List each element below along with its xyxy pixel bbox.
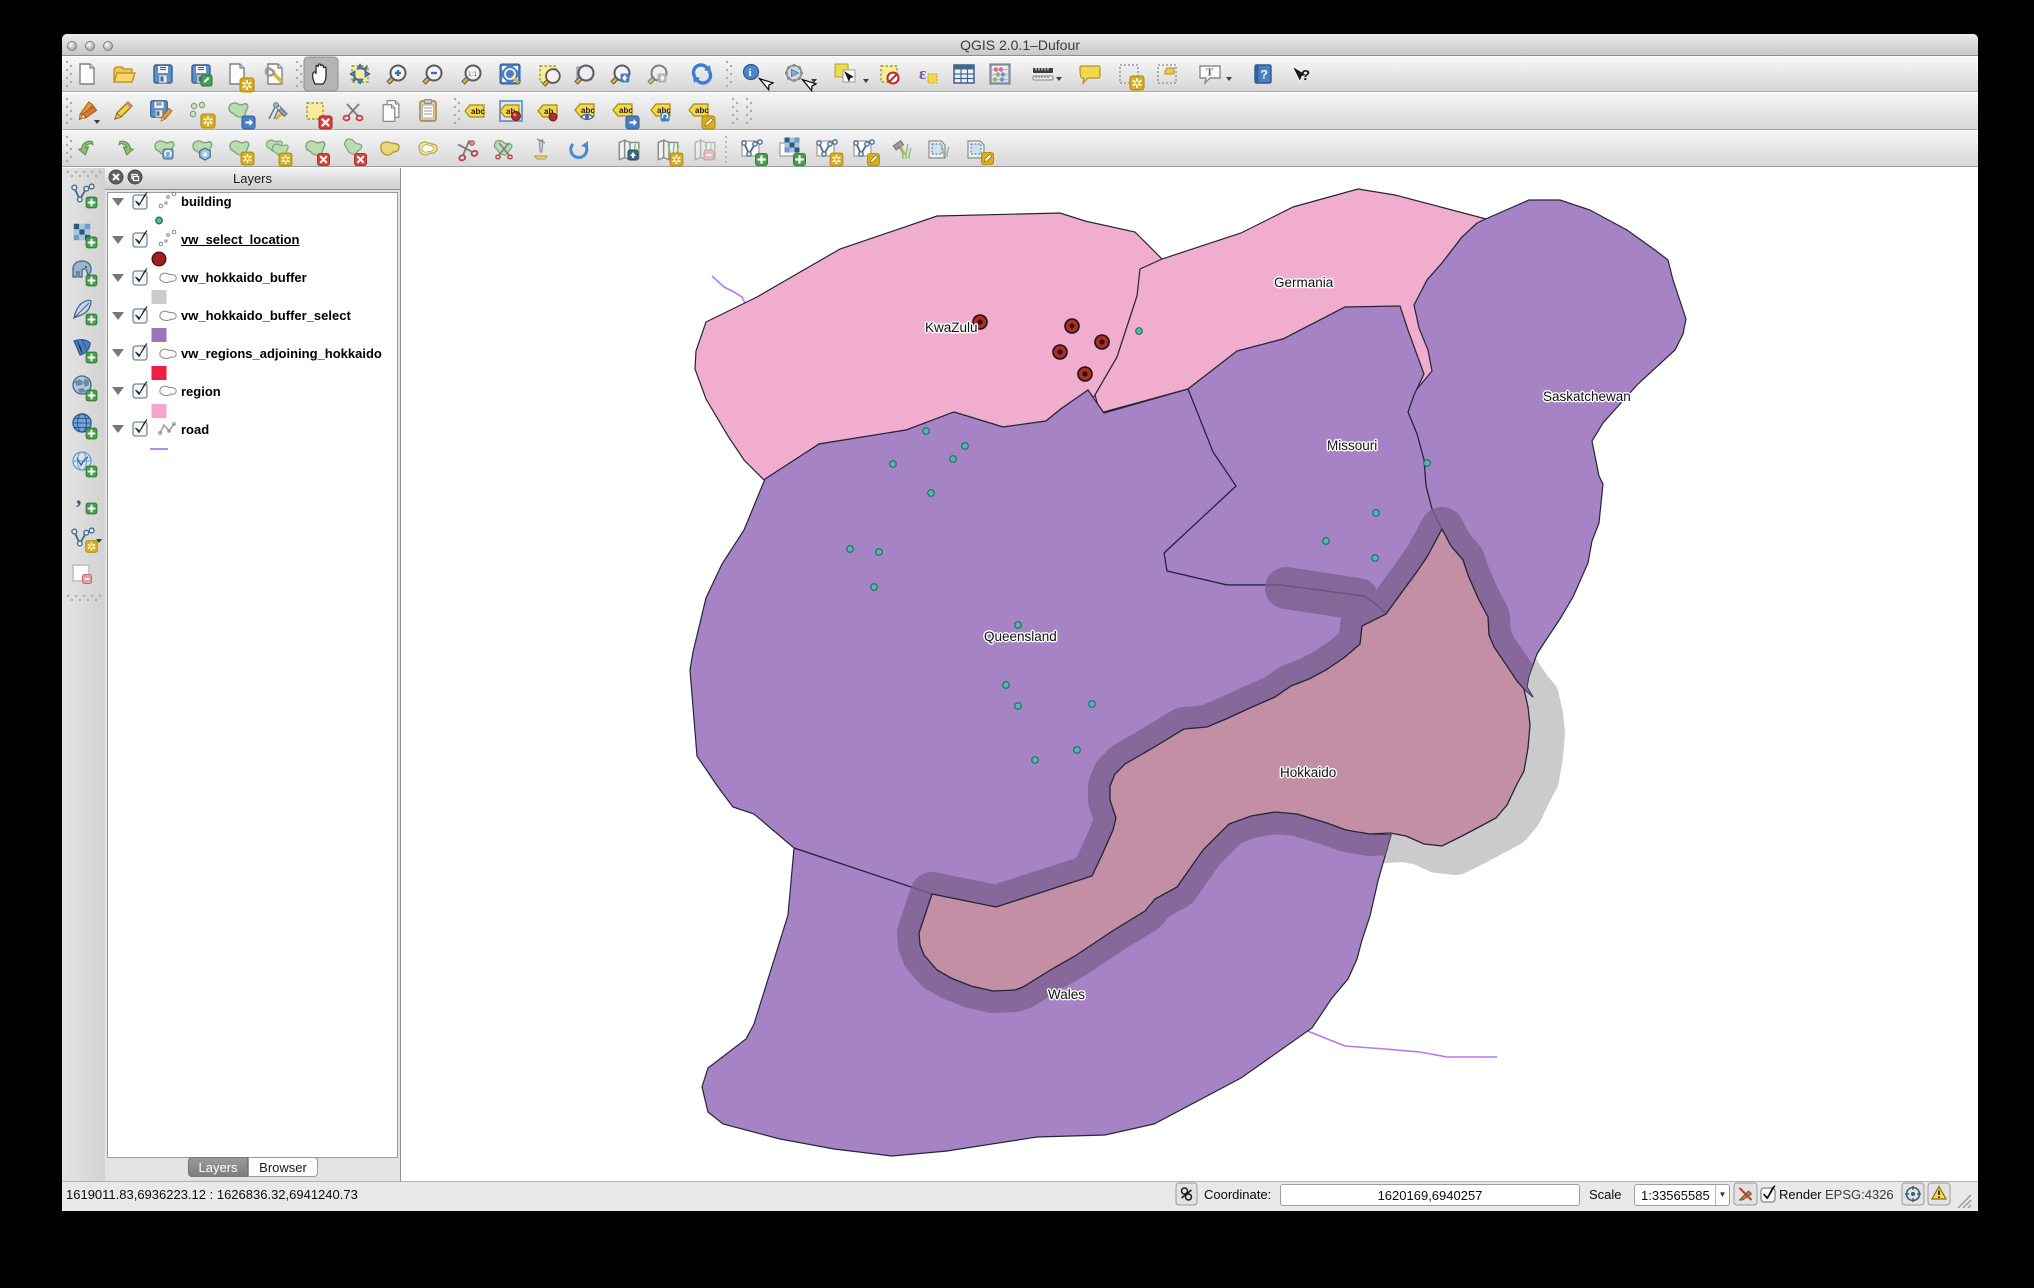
svg-text:?: ? xyxy=(1301,67,1310,84)
svg-text:ε: ε xyxy=(919,64,926,83)
svg-text:1:1: 1:1 xyxy=(468,71,477,78)
svg-text:i: i xyxy=(749,67,752,79)
svg-text:T: T xyxy=(1206,67,1214,79)
svg-text:,: , xyxy=(76,484,82,509)
